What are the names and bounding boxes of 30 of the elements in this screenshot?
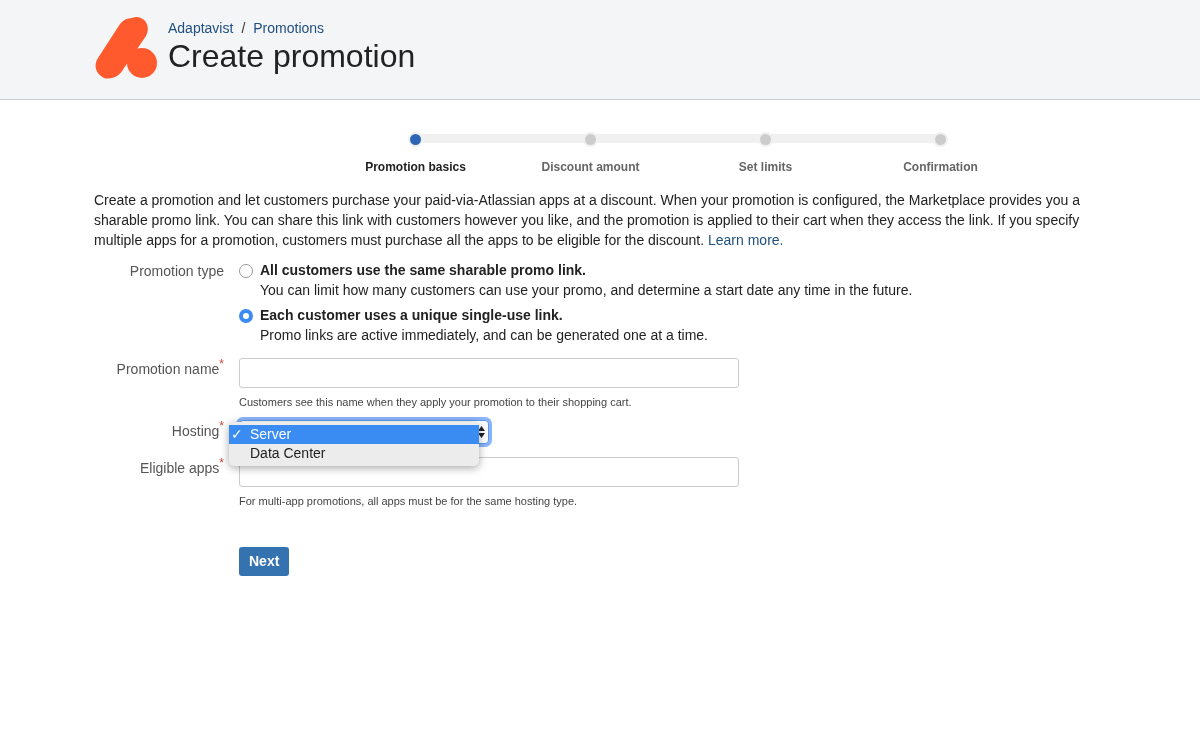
logo-icon — [94, 16, 158, 80]
check-icon: ✓ — [231, 425, 243, 442]
required-mark: * — [219, 418, 224, 433]
option-title: All customers use the same sharable promo link. — [260, 260, 587, 280]
step-label: Promotion basics — [365, 159, 466, 174]
help-text: Customers see this name when they apply your promotion to their shopping cart. — [239, 395, 633, 408]
field-label: Eligible apps — [139, 459, 220, 476]
page-title: Create promotion — [168, 38, 416, 74]
menu-item[interactable]: Data Center — [229, 443, 479, 463]
promotion-name-field[interactable] — [239, 357, 739, 388]
required-mark: * — [219, 356, 224, 371]
help-text: For multi-app promotions, all apps must be for the same hosting type. — [239, 494, 579, 507]
field-label: Promotion name — [116, 360, 220, 377]
required-mark: * — [219, 455, 224, 470]
intro-paragraph: Create a promotion and let customers purchase your paid-via-Atlassian apps at a discount. When your promotion is configured, the Marketplace provides you a sharable promo link. You can share this link with customers however you like, and the promotion is applied to their cart when they access the link. If you specify multiple apps for a promotion, customers must purchase all the apps to be eligible for the discount. Learn more. — [94, 190, 1081, 250]
option-description: Promo links are active immediately, and can be generated one at a time. — [260, 325, 708, 345]
option-description: You can limit how many customers can use your promo, and determine a start date any time in the future. — [260, 280, 913, 300]
breadcrumb-separator: / — [241, 20, 246, 36]
field-label: Promotion type — [129, 262, 224, 279]
option-title: Each customer uses a unique single-use link. — [260, 305, 564, 325]
radio-button[interactable] — [239, 308, 253, 323]
next-button[interactable]: Next — [239, 546, 290, 576]
field-label: Hosting — [171, 422, 220, 439]
learn-more-link[interactable]: Learn more. — [708, 231, 784, 248]
breadcrumb-link[interactable]: Promotions — [253, 20, 325, 36]
step-label: Discount amount — [541, 159, 640, 174]
updown-arrows-icon — [478, 425, 485, 438]
step-label: Set limits — [738, 159, 793, 174]
step-label: Confirmation — [903, 159, 978, 174]
breadcrumb-link[interactable]: Adaptavist — [168, 20, 234, 36]
